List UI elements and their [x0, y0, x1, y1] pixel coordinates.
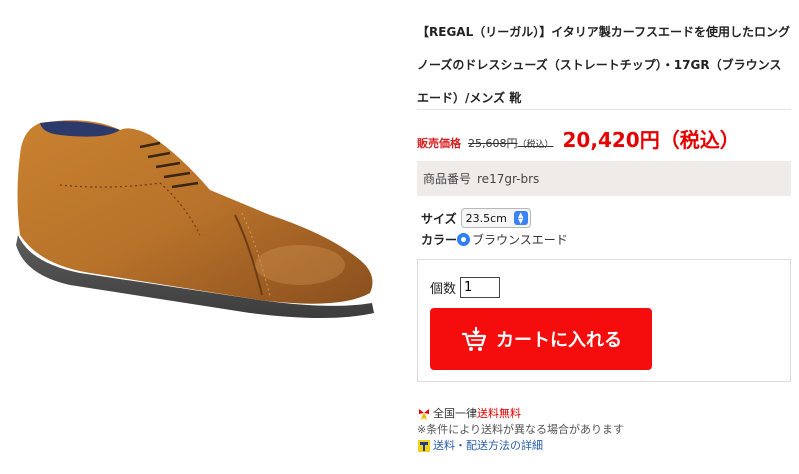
quantity-input[interactable]: 1	[460, 277, 501, 298]
size-label: サイズ	[421, 211, 457, 226]
quantity-label: 個数	[430, 282, 457, 297]
chevron-updown-icon: ▲ ▼	[513, 211, 528, 225]
size-select-value: 23.5cm	[465, 211, 507, 225]
sku-value: re17gr-brs	[477, 171, 540, 186]
shipping-free-row: 全国一律 送料無料	[417, 406, 624, 422]
product-image	[0, 95, 400, 345]
product-title: 【REGAL（リーガル）】イタリア製カーフスエードを使用したロングノーズのドレス…	[417, 25, 791, 105]
sku-box: 商品番号 re17gr-brs	[417, 161, 791, 196]
size-select[interactable]: 23.5cm ▲ ▼	[460, 208, 531, 228]
gift-ribbon-icon	[419, 409, 429, 420]
old-price-value: 25,608円	[468, 137, 518, 150]
sku-label: 商品番号	[423, 172, 472, 186]
price-label: 販売価格	[417, 137, 461, 150]
color-radio[interactable]	[457, 233, 471, 246]
color-label: カラー	[421, 233, 458, 247]
shipping-prefix: 全国一律	[433, 407, 477, 420]
brown-suede-dress-shoe	[16, 120, 374, 318]
shipping-details-link[interactable]: 送料・配送方法の詳細	[433, 438, 543, 454]
delivery-truck-icon	[418, 440, 430, 452]
size-option: サイズ 23.5cm ▲ ▼	[421, 208, 531, 228]
old-price-tax: （税込）	[517, 140, 554, 150]
add-to-cart-button[interactable]: カートに入れる	[430, 308, 652, 370]
sale-price: 20,420円（税込）	[562, 128, 740, 152]
color-value: ブラウンスエード	[472, 233, 568, 247]
cart-icon	[462, 327, 487, 351]
shipping-info: 全国一律 送料無料 ※条件により送料が異なる場合があります 送料・配送方法の詳細	[417, 406, 624, 454]
quantity-row: 個数 1	[430, 277, 501, 298]
color-option: カラー ブラウンスエード	[421, 231, 568, 248]
add-to-cart-label: カートに入れる	[496, 330, 622, 351]
shipping-note: ※条件により送料が異なる場合があります	[417, 423, 624, 436]
cart-box: 個数 1 カートに入れる	[417, 259, 791, 382]
old-price: 25,608円（税込）	[468, 135, 554, 151]
divider	[417, 109, 791, 110]
price-row: 販売価格 25,608円（税込） 20,420円（税込）	[417, 124, 791, 160]
shipping-free-label: 送料無料	[477, 407, 521, 420]
shipping-link-row: 送料・配送方法の詳細	[417, 438, 624, 454]
